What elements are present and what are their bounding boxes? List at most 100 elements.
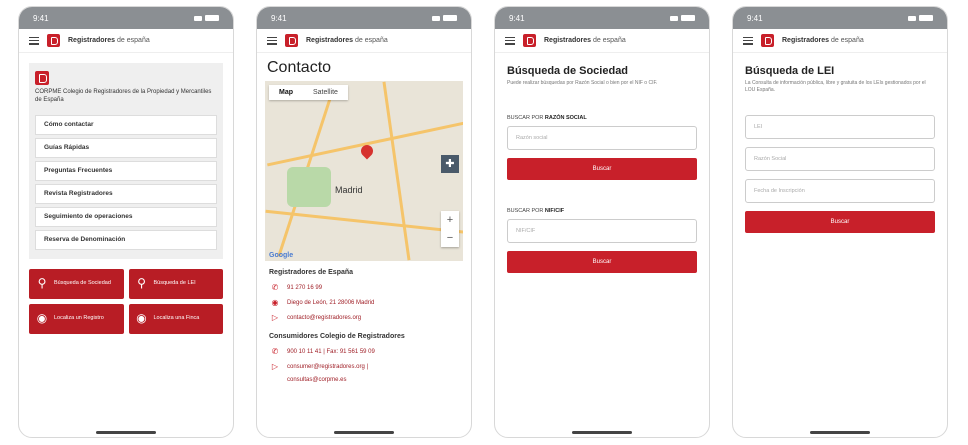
- screenshot-stage: 9:41 Registradores de españa CORPME Cole…: [0, 0, 968, 445]
- map-type-tabs: Map Satellite: [269, 85, 348, 100]
- fecha-inscripcion-input[interactable]: Fecha de Inscripción: [745, 179, 935, 203]
- corpme-logo-icon: [35, 71, 49, 85]
- menu-item-reserva[interactable]: Reserva de Denominación: [35, 229, 217, 250]
- page-subtitle: La Consulta de información pública, libr…: [745, 80, 926, 93]
- tile-label: Localiza un Registro: [54, 315, 104, 322]
- tab-map[interactable]: Map: [269, 85, 303, 100]
- registradores-logo-icon: [285, 34, 298, 47]
- phone-home: 9:41 Registradores de españa CORPME Cole…: [18, 6, 234, 438]
- zoom-out-button[interactable]: −: [441, 229, 459, 247]
- hamburger-menu-icon[interactable]: [505, 36, 515, 45]
- home-indicator: [334, 431, 394, 434]
- status-time: 9:41: [509, 13, 525, 23]
- menu-item-preguntas-frecuentes[interactable]: Preguntas Frecuentes: [35, 160, 217, 181]
- tile-label: Búsqueda de LEI: [153, 280, 196, 287]
- hamburger-menu-icon[interactable]: [29, 36, 39, 45]
- street-view-icon[interactable]: ✚: [441, 155, 459, 173]
- location-icon: ◉: [271, 298, 279, 307]
- menu-item-revista[interactable]: Revista Registradores: [35, 183, 217, 204]
- map-park: [287, 167, 331, 207]
- map-road: [382, 81, 411, 261]
- tile-busqueda-lei[interactable]: ⚲ Búsqueda de LEI: [128, 268, 223, 299]
- contact-row-email[interactable]: consultas@corpme.es: [257, 374, 471, 386]
- search-icon: ⚲: [37, 276, 47, 291]
- status-bar: 9:41: [19, 7, 233, 29]
- home-indicator: [572, 431, 632, 434]
- contact-row-email[interactable]: ▷ consumer@registradores.org |: [257, 359, 471, 374]
- app-bar: Registradores de españa: [257, 29, 471, 53]
- signal-battery-icon: [908, 15, 933, 21]
- contact-row-email[interactable]: ▷ contacto@registradores.org: [257, 310, 471, 325]
- home-menu: CORPME Colegio de Registradores de la Pr…: [29, 63, 223, 259]
- menu-item-como-contactar[interactable]: Cómo contactar: [35, 114, 217, 135]
- map-road: [267, 118, 463, 167]
- app-bar: Registradores de españa: [495, 29, 709, 53]
- brand-text: Registradores de españa: [782, 37, 864, 44]
- signal-battery-icon: [194, 15, 219, 21]
- brand-text: Registradores de españa: [306, 37, 388, 44]
- quick-tiles: ⚲ Búsqueda de Sociedad ⚲ Búsqueda de LEI…: [29, 268, 223, 334]
- signal-battery-icon: [432, 15, 457, 21]
- map-road: [265, 209, 463, 236]
- buscar-nif-button[interactable]: Buscar: [507, 250, 697, 273]
- page-title: Búsqueda de Sociedad: [507, 65, 629, 77]
- status-bar: 9:41: [733, 7, 947, 29]
- page-title: Búsqueda de LEI: [745, 65, 835, 77]
- contact-section-title: Consumidores Colegio de Registradores: [269, 333, 405, 340]
- search-icon: ⚲: [137, 276, 146, 291]
- app-bar: Registradores de españa: [733, 29, 947, 53]
- field-label-razon-social: BUSCAR POR RAZÓN SOCIAL: [507, 114, 587, 121]
- zoom-controls: + −: [441, 211, 459, 247]
- lei-input[interactable]: LEI: [745, 115, 935, 139]
- map-city-label: Madrid: [335, 185, 363, 195]
- hamburger-menu-icon[interactable]: [267, 36, 277, 45]
- home-indicator: [810, 431, 870, 434]
- contact-row-phone[interactable]: ✆ 91 270 16 99: [257, 280, 471, 295]
- phone-icon: ✆: [271, 283, 279, 292]
- contact-row-phone[interactable]: ✆ 900 10 11 41 | Fax: 91 561 59 09: [257, 344, 471, 359]
- hamburger-menu-icon[interactable]: [743, 36, 753, 45]
- tile-localiza-registro[interactable]: ◉ Localiza un Registro: [29, 303, 124, 334]
- contact-map[interactable]: Map Satellite Madrid ✚ + − Google: [265, 81, 463, 261]
- location-icon: ◉: [36, 311, 48, 326]
- org-name: CORPME Colegio de Registradores de la Pr…: [35, 89, 212, 103]
- registradores-logo-icon: [523, 34, 536, 47]
- contact-row-address[interactable]: ◉ Diego de León, 21 28006 Madrid: [257, 295, 471, 310]
- send-icon: ▷: [271, 313, 279, 322]
- contact-section-title: Registradores de España: [269, 269, 354, 276]
- status-bar: 9:41: [495, 7, 709, 29]
- status-bar: 9:41: [257, 7, 471, 29]
- phone-icon: ✆: [271, 347, 279, 356]
- razon-social-input[interactable]: Razón Social: [745, 147, 935, 171]
- menu-item-seguimiento[interactable]: Seguimiento de operaciones: [35, 206, 217, 227]
- tab-satellite[interactable]: Satellite: [303, 85, 348, 100]
- page-subtitle: Puede realizar búsquedas por Razón Socia…: [507, 80, 658, 86]
- phone-busqueda-sociedad: 9:41 Registradores de españa Búsqueda de…: [494, 6, 710, 438]
- field-label-nif: BUSCAR POR NIF/CIF: [507, 207, 565, 214]
- signal-battery-icon: [670, 15, 695, 21]
- nif-cif-input[interactable]: NIF/CIF: [507, 218, 697, 243]
- razon-social-input[interactable]: Razón social: [507, 125, 697, 150]
- tile-localiza-finca[interactable]: ◉ Localiza una Finca: [128, 303, 223, 334]
- tile-label: Búsqueda de Sociedad: [54, 280, 111, 287]
- brand-text: Registradores de españa: [544, 37, 626, 44]
- page-title: Contacto: [267, 59, 332, 76]
- menu-item-guias-rapidas[interactable]: Guías Rápidas: [35, 137, 217, 158]
- status-time: 9:41: [271, 13, 287, 23]
- tile-busqueda-sociedad[interactable]: ⚲ Búsqueda de Sociedad: [29, 268, 124, 299]
- phone-contacto: 9:41 Registradores de españa Contacto Ma…: [256, 6, 472, 438]
- location-icon: ◉: [136, 311, 147, 326]
- app-bar: Registradores de españa: [19, 29, 233, 53]
- status-time: 9:41: [747, 13, 763, 23]
- buscar-razon-social-button[interactable]: Buscar: [507, 157, 697, 180]
- google-logo: Google: [269, 252, 294, 259]
- status-time: 9:41: [33, 13, 49, 23]
- home-indicator: [96, 431, 156, 434]
- phone-busqueda-lei: 9:41 Registradores de españa Búsqueda de…: [732, 6, 948, 438]
- send-icon: ▷: [271, 362, 279, 371]
- tile-label: Localiza una Finca: [153, 315, 200, 322]
- buscar-lei-button[interactable]: Buscar: [745, 211, 935, 233]
- registradores-logo-icon: [47, 34, 60, 47]
- zoom-in-button[interactable]: +: [441, 211, 459, 229]
- brand-text: Registradores de españa: [68, 37, 150, 44]
